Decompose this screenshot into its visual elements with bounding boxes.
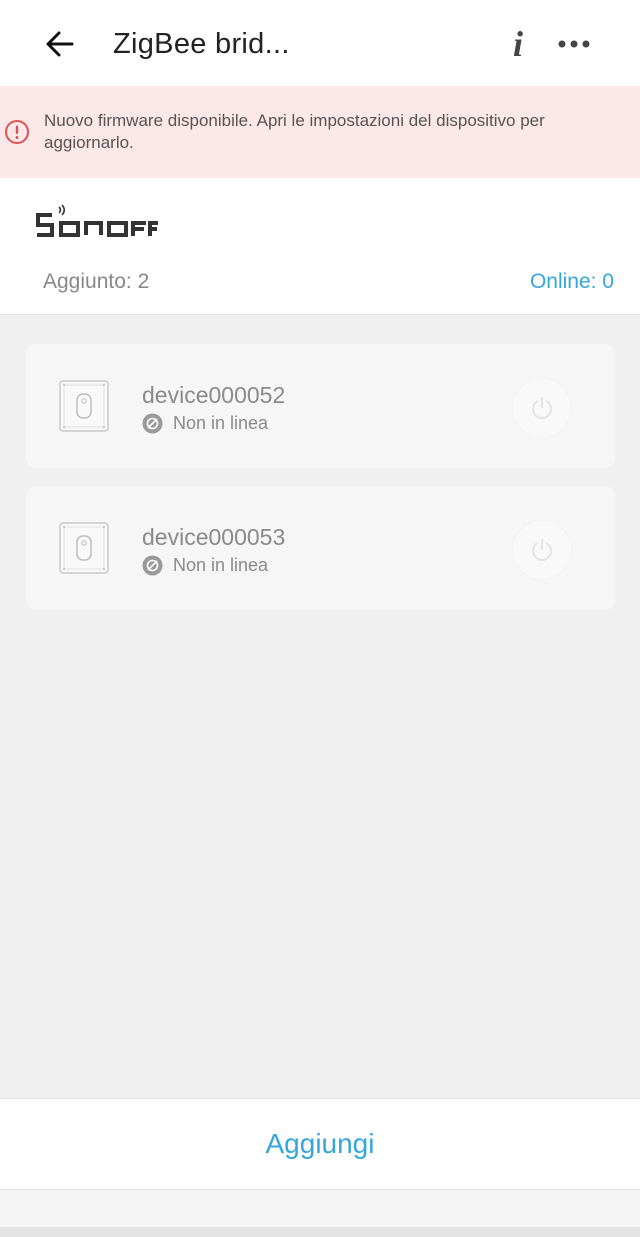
power-toggle-button[interactable] (513, 521, 571, 579)
device-list: device000052 Non in linea device000053 N… (26, 344, 615, 628)
device-status: Non in linea (142, 413, 268, 434)
power-icon (531, 396, 553, 420)
status-label: Non in linea (173, 555, 269, 575)
add-device-button[interactable]: Aggiungi (236, 1118, 405, 1170)
device-card[interactable]: device000052 Non in linea (26, 344, 615, 468)
more-options-button[interactable] (552, 24, 596, 64)
app-screen: ZigBee brid... i Nuovo firmware disponib… (0, 0, 640, 1237)
power-icon (531, 538, 553, 562)
added-count: Aggiunto: 2 (43, 270, 150, 293)
back-button[interactable] (40, 24, 80, 64)
more-dots-icon (558, 40, 590, 48)
top-app-bar: ZigBee brid... i (0, 0, 640, 86)
bottom-action-bar: Aggiungi (0, 1098, 640, 1190)
banner-message: Nuovo firmware disponibile. Apri le impo… (44, 111, 545, 152)
info-button[interactable]: i (500, 22, 536, 66)
status-label: Non in linea (173, 413, 269, 433)
device-name: device000052 (142, 382, 286, 408)
sonoff-logo (36, 204, 158, 237)
wall-switch-icon (59, 380, 109, 432)
page-title: ZigBee brid... (113, 28, 290, 60)
firmware-update-banner[interactable]: Nuovo firmware disponibile. Apri le impo… (0, 86, 640, 178)
device-card[interactable]: device000053 Non in linea (26, 486, 615, 610)
power-toggle-button[interactable] (513, 379, 571, 437)
info-icon: i (512, 24, 523, 64)
alert-circle-icon (5, 120, 29, 144)
offline-icon (142, 413, 163, 434)
bottom-divider (0, 1190, 640, 1237)
device-status: Non in linea (142, 555, 268, 576)
offline-icon (142, 555, 163, 576)
online-count[interactable]: Online: 0 (530, 270, 614, 294)
back-arrow-icon (46, 31, 74, 57)
wall-switch-icon (59, 522, 109, 574)
bridge-summary: Aggiunto: 2 Online: 0 (0, 178, 640, 315)
device-name: device000053 (142, 524, 286, 550)
